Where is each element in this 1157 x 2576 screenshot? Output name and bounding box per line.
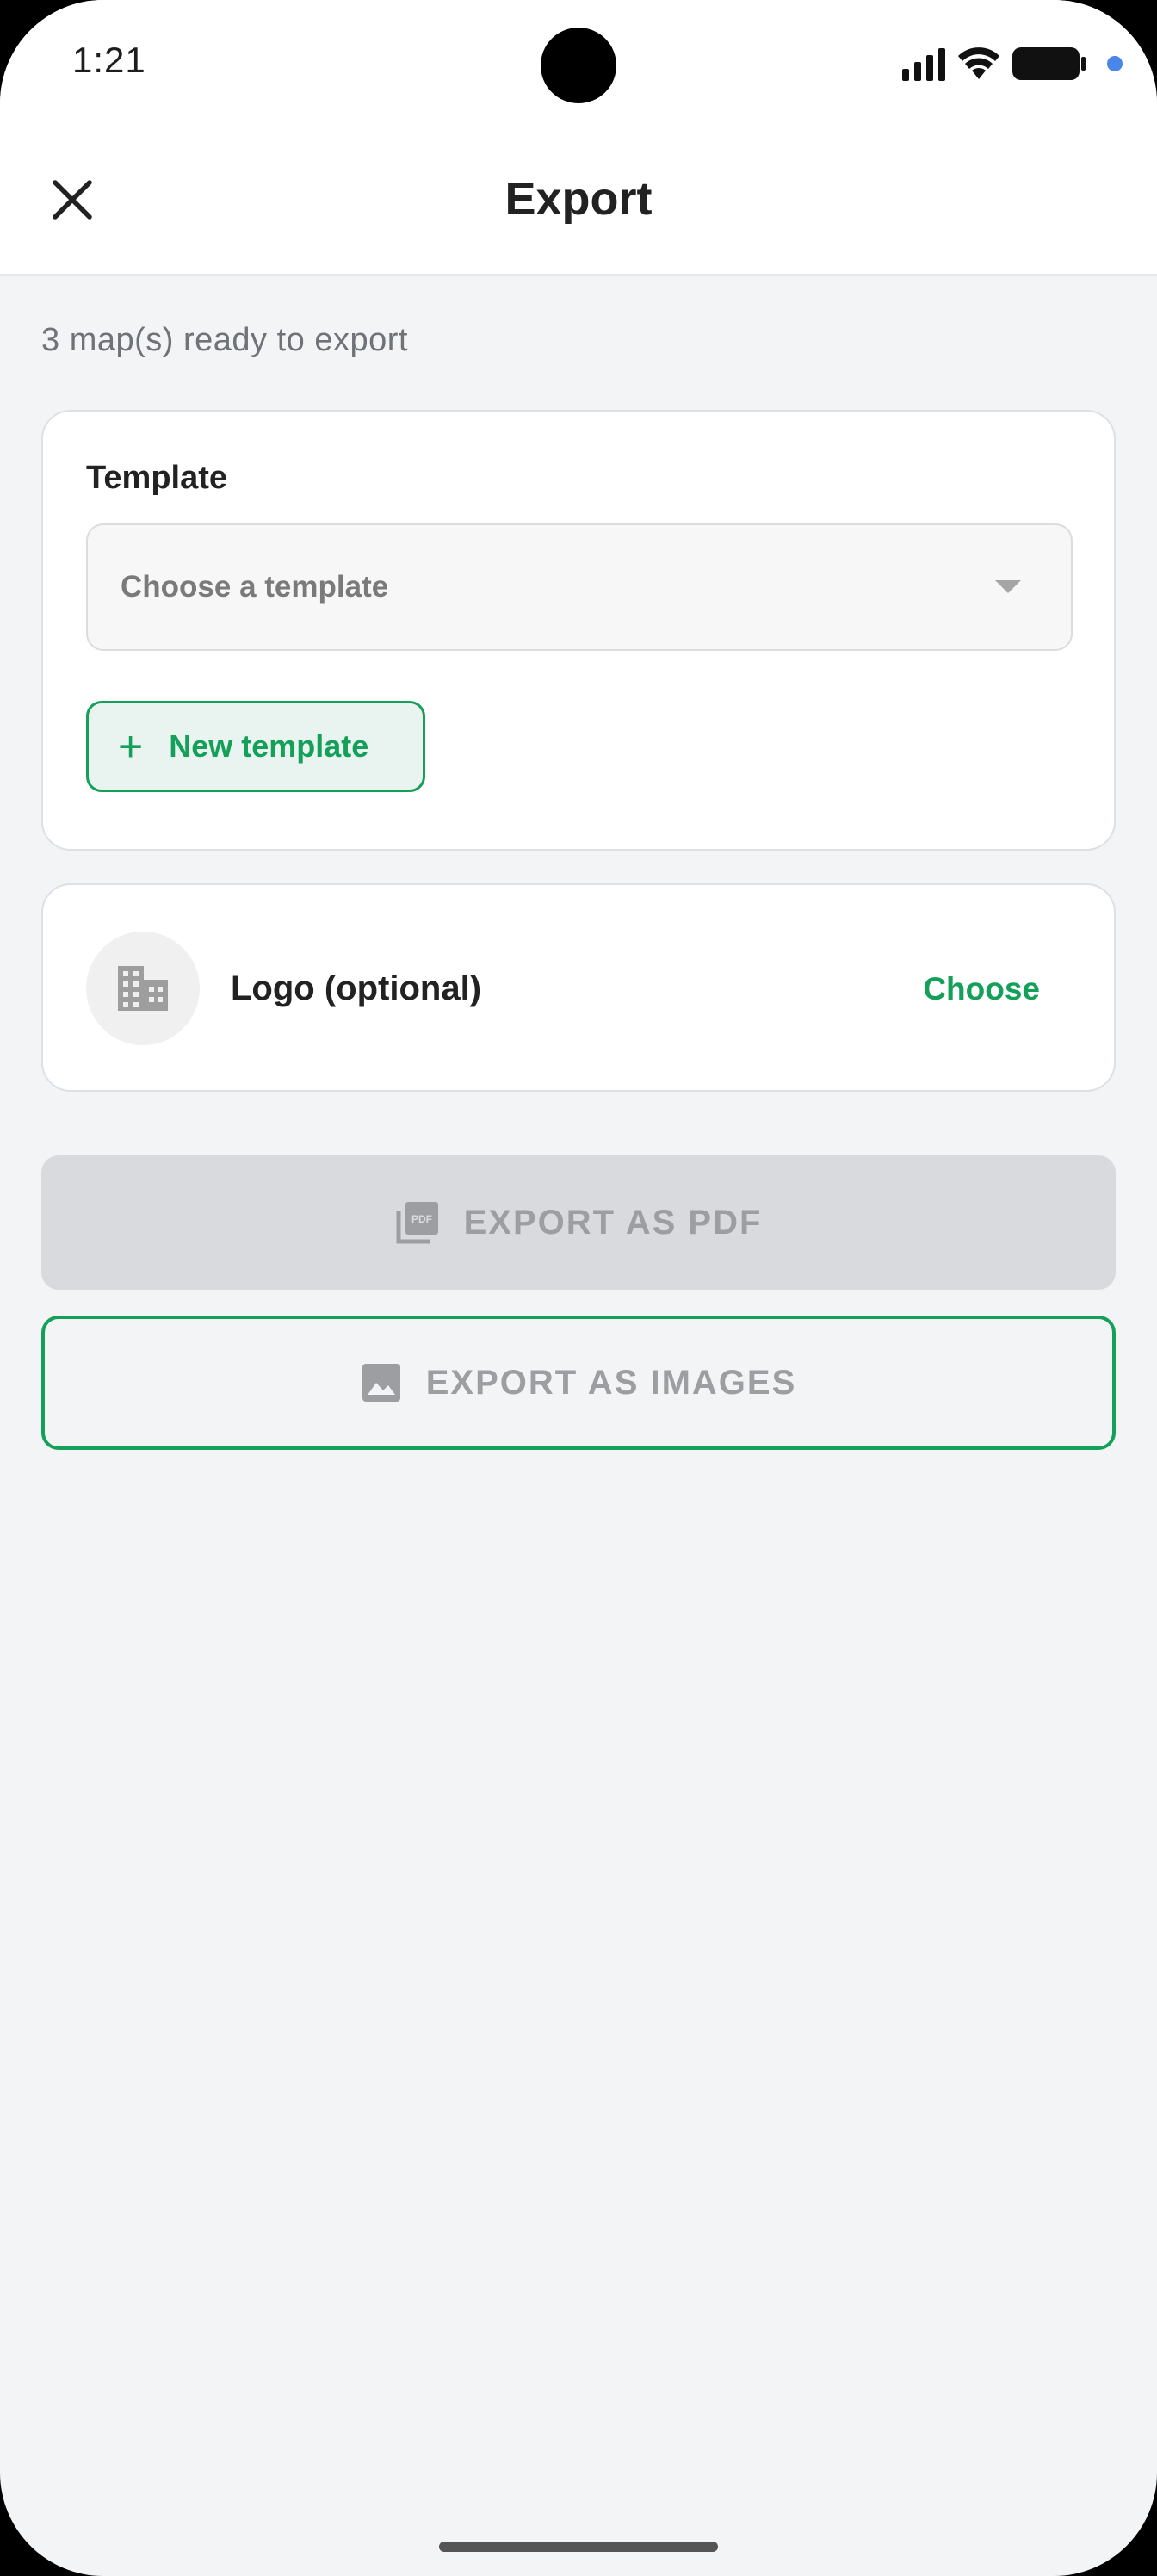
choose-logo-button[interactable]: Choose	[923, 971, 1040, 1007]
home-indicator[interactable]	[439, 2542, 718, 2552]
logo-card: Logo (optional) Choose	[41, 883, 1116, 1092]
header-area: 1:21 Export	[0, 0, 1157, 276]
logo-avatar	[86, 932, 200, 1045]
building-icon	[118, 966, 168, 1011]
template-card: Template Choose a template + New templat…	[41, 410, 1116, 851]
page-title: Export	[504, 173, 653, 225]
image-icon	[362, 1364, 400, 1402]
plus-icon: +	[118, 722, 144, 771]
ready-count-text: 3 map(s) ready to export	[41, 322, 408, 358]
svg-text:PDF: PDF	[411, 1213, 432, 1225]
camera-cutout	[541, 28, 616, 103]
export-pdf-button[interactable]: PDF EXPORT AS PDF	[41, 1155, 1116, 1290]
new-template-button[interactable]: + New template	[86, 701, 425, 792]
template-label: Template	[86, 460, 228, 496]
wifi-icon	[958, 47, 999, 79]
cellular-signal-icon	[902, 46, 945, 81]
logo-label: Logo (optional)	[231, 969, 482, 1007]
template-dropdown[interactable]: Choose a template	[86, 523, 1073, 651]
export-images-button[interactable]: EXPORT AS IMAGES	[41, 1316, 1116, 1450]
phone-screen: 1:21 Export 3 map(s) ready to export Tem…	[0, 0, 1157, 2576]
export-pdf-label: EXPORT AS PDF	[463, 1203, 763, 1242]
pdf-icon: PDF	[396, 1202, 438, 1244]
export-images-label: EXPORT AS IMAGES	[425, 1363, 797, 1402]
notification-dot-icon	[1107, 56, 1123, 71]
status-icons	[902, 43, 1123, 84]
dropdown-caret-icon	[995, 580, 1021, 593]
status-time: 1:21	[72, 40, 146, 80]
battery-icon	[1012, 47, 1086, 80]
new-template-label: New template	[169, 728, 369, 764]
template-dropdown-placeholder: Choose a template	[121, 570, 389, 604]
